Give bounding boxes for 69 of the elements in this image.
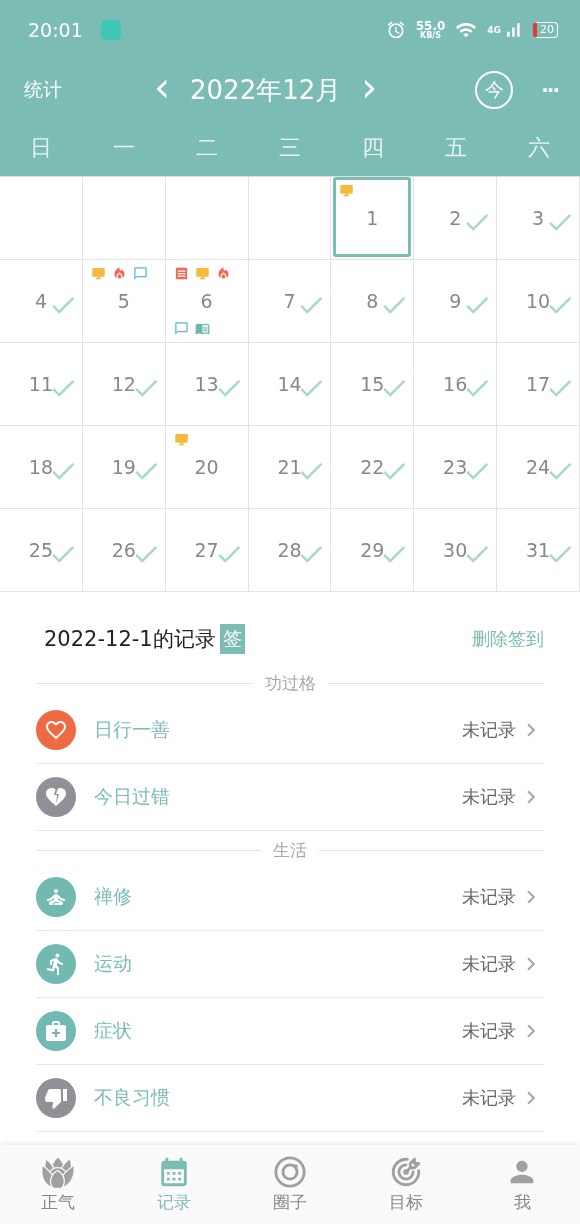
- calendar-day[interactable]: 27: [165, 509, 249, 592]
- calendar-day[interactable]: 18: [0, 426, 83, 509]
- calendar-day[interactable]: 30: [414, 509, 498, 592]
- tab-item[interactable]: 目标: [348, 1145, 464, 1224]
- calendar-day[interactable]: 13: [165, 343, 249, 426]
- previous-month-button[interactable]: ‹: [144, 67, 180, 107]
- calendar-day[interactable]: 21: [248, 426, 332, 509]
- ring-icon: [273, 1155, 307, 1189]
- calendar-day[interactable]: 29: [331, 509, 415, 592]
- calendar-day[interactable]: 15: [331, 343, 415, 426]
- calendar-day[interactable]: 26: [82, 509, 166, 592]
- calendar-day[interactable]: 2: [414, 177, 498, 260]
- more-button[interactable]: ···: [541, 78, 558, 102]
- record-item[interactable]: 日行一善 未记录: [36, 697, 544, 764]
- weekday-label: 四: [360, 134, 385, 162]
- calendar-day[interactable]: 12: [82, 343, 166, 426]
- calendar-day[interactable]: 4: [0, 260, 83, 343]
- calendar-day[interactable]: 19: [82, 426, 166, 509]
- calendar-day[interactable]: 3: [497, 177, 580, 260]
- signed-badge: 签: [219, 624, 245, 654]
- record-item[interactable]: 禅修 未记录: [36, 864, 544, 931]
- alarm-icon: [385, 20, 406, 40]
- calendar-day[interactable]: 8: [331, 260, 415, 343]
- section-title: 功过格: [264, 672, 316, 695]
- month-title: 2022年12月: [190, 73, 342, 107]
- weekday-label: 日: [29, 134, 54, 162]
- statistics-button[interactable]: 统计: [24, 77, 144, 103]
- record-item[interactable]: 运动 未记录: [36, 931, 544, 998]
- weekday-label: 三: [278, 134, 302, 162]
- calendar-day[interactable]: 11: [0, 343, 83, 426]
- tab-item[interactable]: 我: [464, 1145, 580, 1224]
- today-button[interactable]: 今: [475, 71, 514, 109]
- record-item[interactable]: 今日过错 未记录: [36, 764, 544, 831]
- calendar-day[interactable]: 16: [414, 343, 498, 426]
- calendar-day[interactable]: 23: [414, 426, 498, 509]
- next-month-button[interactable]: ›: [351, 67, 388, 107]
- app-notification-icon: [100, 20, 121, 40]
- record-item[interactable]: 不良习惯 未记录: [36, 1065, 544, 1132]
- battery-indicator: 20: [533, 22, 558, 38]
- weekday-label: 一: [112, 134, 137, 162]
- target-icon: [389, 1155, 423, 1189]
- calendar-day[interactable]: 6: [165, 260, 249, 343]
- status-time: 20:01: [28, 19, 83, 41]
- calendar-day[interactable]: 22: [331, 426, 415, 509]
- calendar-day[interactable]: 25: [0, 509, 83, 592]
- calendar-day[interactable]: 17: [497, 343, 580, 426]
- calendar-day[interactable]: 9: [414, 260, 498, 343]
- delete-check-in-link[interactable]: 删除签到: [472, 627, 544, 651]
- tab-item[interactable]: 圈子: [232, 1145, 348, 1224]
- network-speed: 55.0 KB/S: [415, 20, 446, 40]
- calendar-day[interactable]: 1: [331, 177, 415, 260]
- section-title: 生活: [273, 839, 307, 862]
- weekday-label: 二: [195, 134, 220, 162]
- calendar-day[interactable]: 5: [82, 260, 166, 343]
- calendar-day[interactable]: 28: [248, 509, 332, 592]
- record-item[interactable]: 症状 未记录: [36, 998, 544, 1065]
- lotus-icon: [41, 1155, 75, 1189]
- calendar-day[interactable]: 14: [248, 343, 332, 426]
- record-title: 2022-12-1的记录: [44, 626, 216, 653]
- calendar-day[interactable]: 24: [497, 426, 580, 509]
- calendar-day[interactable]: 7: [248, 260, 332, 343]
- calendar-day[interactable]: 31: [497, 509, 580, 592]
- calendar-day[interactable]: 20: [165, 426, 249, 509]
- tab-item[interactable]: 记录: [116, 1145, 232, 1224]
- weekday-label: 六: [526, 134, 551, 162]
- calendar-day[interactable]: 10: [497, 260, 580, 343]
- weekday-label: 五: [443, 134, 468, 162]
- tab-item[interactable]: 正气: [0, 1145, 116, 1224]
- network-type: 4G: [487, 25, 501, 35]
